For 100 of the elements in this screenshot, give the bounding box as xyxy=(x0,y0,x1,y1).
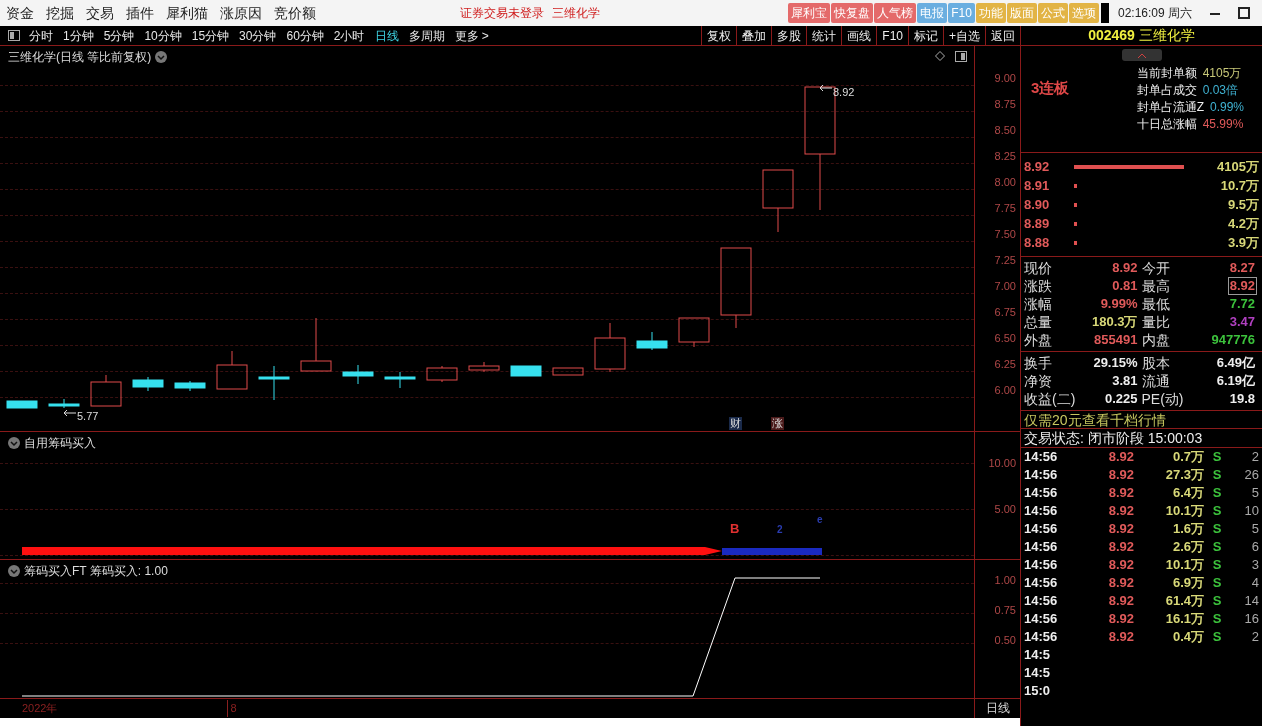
signal-marker: e xyxy=(817,513,823,527)
maximize-icon[interactable] xyxy=(1238,7,1250,19)
toolbar-button[interactable]: 统计 xyxy=(806,26,842,45)
trade-count: 5 xyxy=(1251,520,1259,539)
toolbar-button[interactable]: 复权 xyxy=(701,26,737,45)
axis-label: 7.75 xyxy=(994,201,1016,215)
stock-code: 002469 xyxy=(1088,26,1135,45)
trade-count: 2 xyxy=(1251,628,1259,647)
axis-label: 6.50 xyxy=(994,331,1016,345)
trade-time: 14:56 xyxy=(1024,448,1059,467)
fundamental-value: 6.49亿 xyxy=(1215,354,1256,372)
trade-time: 14:56 xyxy=(1024,592,1059,611)
toolbar-button[interactable]: 多股 xyxy=(771,26,807,45)
diamond-icon[interactable] xyxy=(935,51,945,61)
period-tab[interactable]: 10分钟 xyxy=(139,26,187,45)
stat-label: 总量 xyxy=(1024,313,1053,331)
trade-count: 10 xyxy=(1244,502,1259,521)
promo-link[interactable]: 仅需20元查看千档行情 xyxy=(1021,411,1262,429)
high-price-label: 8.92 xyxy=(833,85,855,100)
candlestick xyxy=(258,365,290,401)
trade-count: 2 xyxy=(1251,448,1259,467)
trade-price: 8.92 xyxy=(1107,556,1134,575)
trade-count: 4 xyxy=(1251,574,1259,593)
trade-side: S xyxy=(1211,592,1223,611)
trade-count: 3 xyxy=(1251,556,1259,575)
trade-volume: 6.4万 xyxy=(1171,484,1204,503)
menu-item[interactable]: 犀利猫 xyxy=(160,2,214,24)
menu-item[interactable]: 竞价额 xyxy=(268,2,322,24)
stock-name: 三维化学 xyxy=(1138,26,1195,45)
stat-label: 外盘 xyxy=(1024,331,1053,349)
stat-label: 现价 xyxy=(1024,259,1053,277)
period-tab[interactable]: 5分钟 xyxy=(98,26,140,45)
trade-time: 14:56 xyxy=(1024,520,1059,539)
fundamental-label: 收益(二) xyxy=(1024,390,1074,408)
stat-label: 最高 xyxy=(1141,277,1171,295)
trade-volume: 0.4万 xyxy=(1171,628,1204,647)
fundamental-label: PE(动) xyxy=(1141,390,1185,408)
candlestick xyxy=(300,317,332,372)
toolbar-button[interactable]: 标记 xyxy=(908,26,943,45)
seal-value: 45.99% xyxy=(1202,115,1244,133)
candlestick xyxy=(426,365,458,383)
trade-time: 14:56 xyxy=(1024,574,1059,593)
axis-label: 7.25 xyxy=(994,253,1016,267)
menu-item[interactable]: 交易 xyxy=(80,2,120,24)
period-tab[interactable]: 1分钟 xyxy=(58,26,99,45)
axis-label: 10.00 xyxy=(988,456,1016,470)
collapse-icon[interactable] xyxy=(8,565,20,577)
candlestick xyxy=(552,367,584,376)
menu-item[interactable]: 插件 xyxy=(120,2,160,24)
trade-price: 8.92 xyxy=(1107,628,1134,647)
menu-item[interactable]: 资金 xyxy=(0,2,40,24)
axis-label: 6.75 xyxy=(994,305,1016,319)
trade-volume: 10.1万 xyxy=(1164,556,1204,575)
stat-label: 涨跌 xyxy=(1024,277,1053,295)
candlestick xyxy=(132,376,164,392)
bid-volume-bar xyxy=(1074,183,1077,188)
collapse-icon[interactable] xyxy=(8,437,20,449)
axis-label: 6.00 xyxy=(994,383,1016,397)
fundamental-label: 流通 xyxy=(1141,372,1171,390)
period-tab[interactable]: 2小时 xyxy=(328,26,370,45)
period-tab[interactable]: 15分钟 xyxy=(186,26,235,45)
trade-price: 8.92 xyxy=(1107,610,1134,629)
period-tab[interactable]: 30分钟 xyxy=(234,26,282,45)
arrow-icon xyxy=(64,410,76,416)
candlestick xyxy=(468,361,500,373)
period-tab[interactable]: 60分钟 xyxy=(281,26,329,45)
axis-label: 1.00 xyxy=(994,573,1016,587)
trade-side: S xyxy=(1211,628,1223,647)
period-tab[interactable]: 日线 xyxy=(369,26,404,45)
menu-item[interactable]: 挖掘 xyxy=(40,2,80,24)
toolbar-button[interactable]: F10 xyxy=(876,26,908,45)
fundamental-value: 29.15% xyxy=(1092,354,1139,372)
menu-item[interactable]: 涨原因 xyxy=(214,2,268,24)
toolbar-button[interactable]: 返回 xyxy=(985,26,1020,45)
toolbar-button[interactable]: 画线 xyxy=(841,26,877,45)
collapse-icon[interactable] xyxy=(155,51,168,63)
panel-toggle-icon[interactable] xyxy=(955,51,967,62)
event-badge[interactable]: 涨 xyxy=(771,417,784,430)
axis-label: 6.25 xyxy=(994,357,1016,371)
trade-count: 5 xyxy=(1251,484,1259,503)
trade-price: 8.92 xyxy=(1107,502,1134,521)
bid-volume: 4105万 xyxy=(1217,157,1259,176)
seal-label: 十日总涨幅 xyxy=(1136,115,1197,133)
toolbar-button[interactable]: 叠加 xyxy=(736,26,772,45)
signal-marker: B xyxy=(730,520,740,538)
axis-label: 8.25 xyxy=(994,149,1016,163)
bid-price: 8.88 xyxy=(1024,233,1051,252)
period-tab[interactable]: 多周期 xyxy=(403,26,450,45)
trade-volume: 2.6万 xyxy=(1171,538,1204,557)
trade-volume: 1.6万 xyxy=(1171,520,1204,539)
bid-volume: 10.7万 xyxy=(1220,176,1259,195)
bid-volume: 4.2万 xyxy=(1227,214,1259,233)
stat-label: 量比 xyxy=(1141,313,1171,331)
arrow-icon xyxy=(820,85,832,91)
panel-toggle-icon[interactable] xyxy=(8,30,20,41)
period-tab[interactable]: 更多 > xyxy=(449,26,494,45)
toolbar-button[interactable]: +自选 xyxy=(943,26,985,45)
event-badge[interactable]: 财 xyxy=(729,417,742,430)
period-tab[interactable]: 分时 xyxy=(24,26,58,45)
fundamental-label: 净资 xyxy=(1024,372,1053,390)
